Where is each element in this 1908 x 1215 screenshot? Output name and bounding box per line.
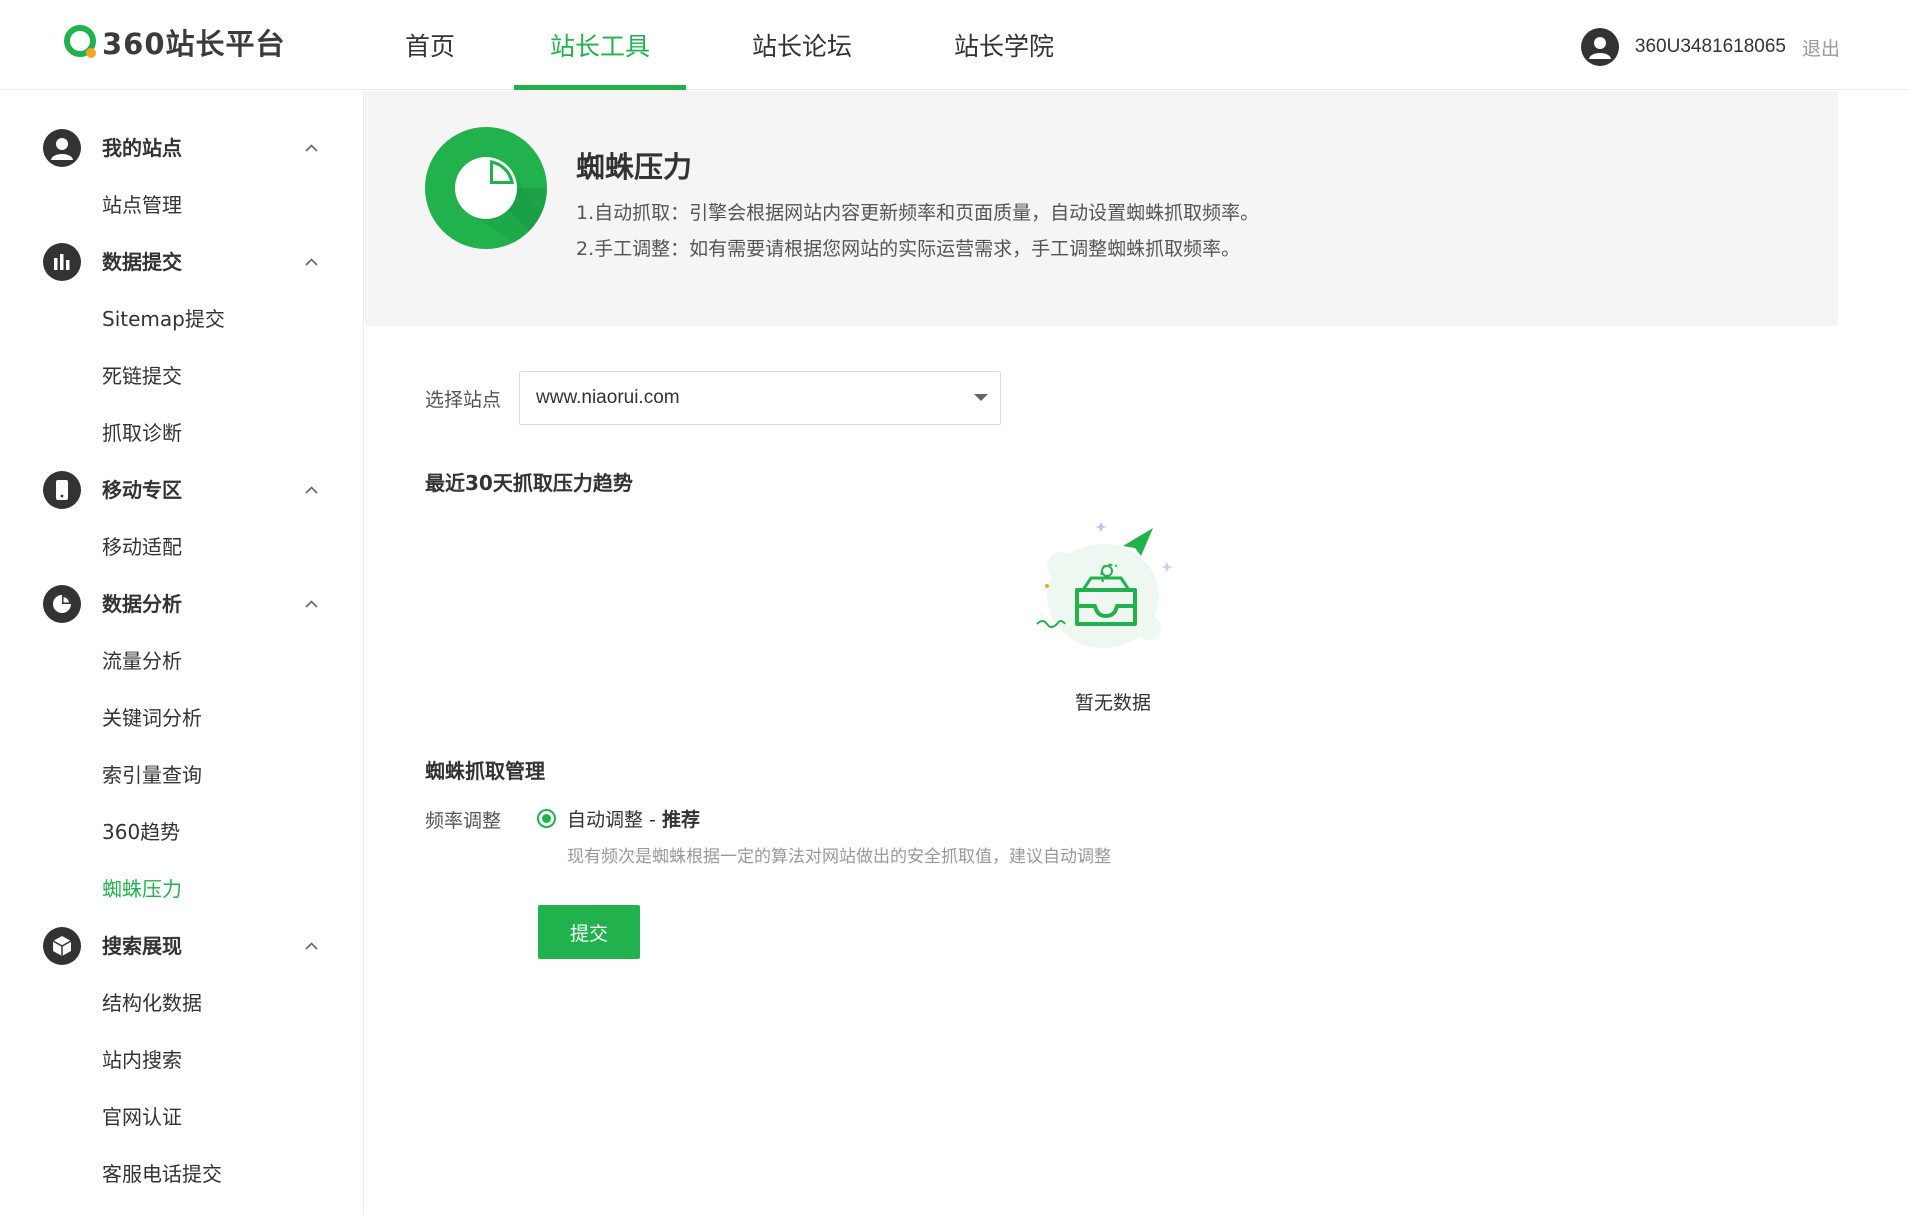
- sidebar-group-label: 移动专区: [102, 478, 182, 502]
- empty-state-text: 暂无数据: [1075, 692, 1152, 714]
- sidebar-group-label: 搜索展现: [102, 934, 182, 958]
- auto-adjust-hint: 现有频次是蜘蛛根据一定的算法对网站做出的安全抓取值，建议自动调整: [567, 847, 1111, 867]
- sidebar-group-header[interactable]: 我的站点: [0, 118, 363, 175]
- logo-icon: [64, 25, 96, 58]
- banner-description-2: 2.手工调整：如有需要请根据您网站的实际运营需求，手工调整蜘蛛抓取频率。: [576, 238, 1241, 260]
- site-select-dropdown[interactable]: www.niaorui.com: [519, 371, 1001, 425]
- sidebar-item-site-search[interactable]: 站内搜索: [0, 1030, 363, 1087]
- sidebar-item-traffic-analysis[interactable]: 流量分析: [0, 631, 363, 688]
- sidebar-item-crawl-diagnosis[interactable]: 抓取诊断: [0, 403, 363, 460]
- sidebar-item-structured-data[interactable]: 结构化数据: [0, 973, 363, 1030]
- management-section-title: 蜘蛛抓取管理: [425, 759, 545, 783]
- pie-chart-icon: [43, 585, 81, 623]
- sidebar-group-header[interactable]: 移动专区: [0, 460, 363, 517]
- submit-button[interactable]: 提交: [538, 905, 640, 959]
- auto-adjust-option[interactable]: 自动调整 - 推荐: [537, 805, 700, 832]
- nav-item-home[interactable]: 首页: [360, 0, 500, 90]
- user-area: 360U3481618065 退出: [1580, 28, 1840, 66]
- sidebar-group-header[interactable]: 数据分析: [0, 574, 363, 631]
- sidebar-item-site-management[interactable]: 站点管理: [0, 175, 363, 232]
- sidebar-item-spider-pressure[interactable]: 蜘蛛压力: [0, 859, 363, 916]
- nav-item-academy[interactable]: 站长学院: [918, 0, 1090, 90]
- auto-adjust-radio[interactable]: [537, 809, 556, 828]
- logo-text: 360站长平台: [102, 27, 286, 61]
- sidebar-item-360-trends[interactable]: 360趋势: [0, 802, 363, 859]
- pie-chart-icon: [425, 127, 547, 249]
- logout-link[interactable]: 退出: [1802, 34, 1840, 61]
- sidebar-group-label: 我的站点: [102, 136, 182, 160]
- sidebar-item-mobile-adaptation[interactable]: 移动适配: [0, 517, 363, 574]
- sidebar-group-mobile: 移动专区 移动适配: [0, 460, 363, 574]
- sidebar-group-search-display: 搜索展现 结构化数据 站内搜索 官网认证 客服电话提交: [0, 916, 363, 1201]
- sidebar-item-keyword-analysis[interactable]: 关键词分析: [0, 688, 363, 745]
- user-avatar[interactable]: [1580, 28, 1619, 66]
- chevron-up-icon[interactable]: [305, 940, 318, 953]
- user-name[interactable]: 360U3481618065: [1635, 36, 1786, 58]
- mobile-icon: [43, 471, 81, 509]
- trend-section-title: 最近30天抓取压力趋势: [425, 471, 633, 495]
- page-title: 蜘蛛压力: [576, 150, 693, 184]
- cube-icon: [43, 927, 81, 965]
- auto-adjust-label: 自动调整 - 推荐: [567, 809, 700, 831]
- site-select-row: 选择站点 www.niaorui.com: [425, 371, 1001, 425]
- top-bar: 360站长平台 首页 站长工具 站长论坛 站长学院 360U3481618065…: [0, 0, 1908, 90]
- sidebar-group-header[interactable]: 数据提交: [0, 232, 363, 289]
- frequency-label: 频率调整: [425, 810, 502, 832]
- main-nav: 首页 站长工具 站长论坛 站长学院: [360, 0, 1090, 90]
- user-icon: [1588, 37, 1611, 59]
- sidebar-item-dead-link-submit[interactable]: 死链提交: [0, 346, 363, 403]
- sidebar-group-data-submit: 数据提交 Sitemap提交 死链提交 抓取诊断: [0, 232, 363, 460]
- sidebar-group-data-analysis: 数据分析 流量分析 关键词分析 索引量查询 360趋势 蜘蛛压力: [0, 574, 363, 916]
- nav-item-forum[interactable]: 站长论坛: [716, 0, 888, 90]
- chevron-up-icon[interactable]: [305, 598, 318, 611]
- chevron-up-icon[interactable]: [305, 142, 318, 155]
- bar-chart-icon: [43, 243, 81, 281]
- sidebar: 我的站点 站点管理 数据提交 Sitemap提交 死链提交 抓取诊断 移动专区 …: [0, 91, 364, 1215]
- user-icon: [43, 129, 81, 167]
- sidebar-group-label: 数据分析: [102, 592, 182, 616]
- logo[interactable]: 360站长平台: [62, 22, 286, 62]
- nav-item-webmaster-tools[interactable]: 站长工具: [514, 0, 686, 90]
- site-select-value: www.niaorui.com: [536, 387, 680, 408]
- chevron-up-icon[interactable]: [305, 256, 318, 269]
- recommended-tag: 推荐: [661, 809, 700, 831]
- chevron-up-icon[interactable]: [305, 484, 318, 497]
- sidebar-item-index-query[interactable]: 索引量查询: [0, 745, 363, 802]
- site-select-label: 选择站点: [425, 388, 502, 411]
- tool-banner: 蜘蛛压力 1.自动抓取：引擎会根据网站内容更新频率和页面质量，自动设置蜘蛛抓取频…: [365, 91, 1838, 326]
- sidebar-item-official-cert[interactable]: 官网认证: [0, 1087, 363, 1144]
- sidebar-group-label: 数据提交: [102, 250, 182, 274]
- sidebar-item-service-phone-submit[interactable]: 客服电话提交: [0, 1144, 363, 1201]
- sidebar-group-my-sites: 我的站点 站点管理: [0, 118, 363, 232]
- empty-inbox-icon: [1036, 522, 1173, 648]
- banner-description-1: 1.自动抓取：引擎会根据网站内容更新频率和页面质量，自动设置蜘蛛抓取频率。: [576, 202, 1260, 224]
- sidebar-group-header[interactable]: 搜索展现: [0, 916, 363, 973]
- main-content: 蜘蛛压力 1.自动抓取：引擎会根据网站内容更新频率和页面质量，自动设置蜘蛛抓取频…: [365, 91, 1908, 1215]
- chevron-down-icon: [974, 394, 988, 401]
- sidebar-item-sitemap-submit[interactable]: Sitemap提交: [0, 289, 363, 346]
